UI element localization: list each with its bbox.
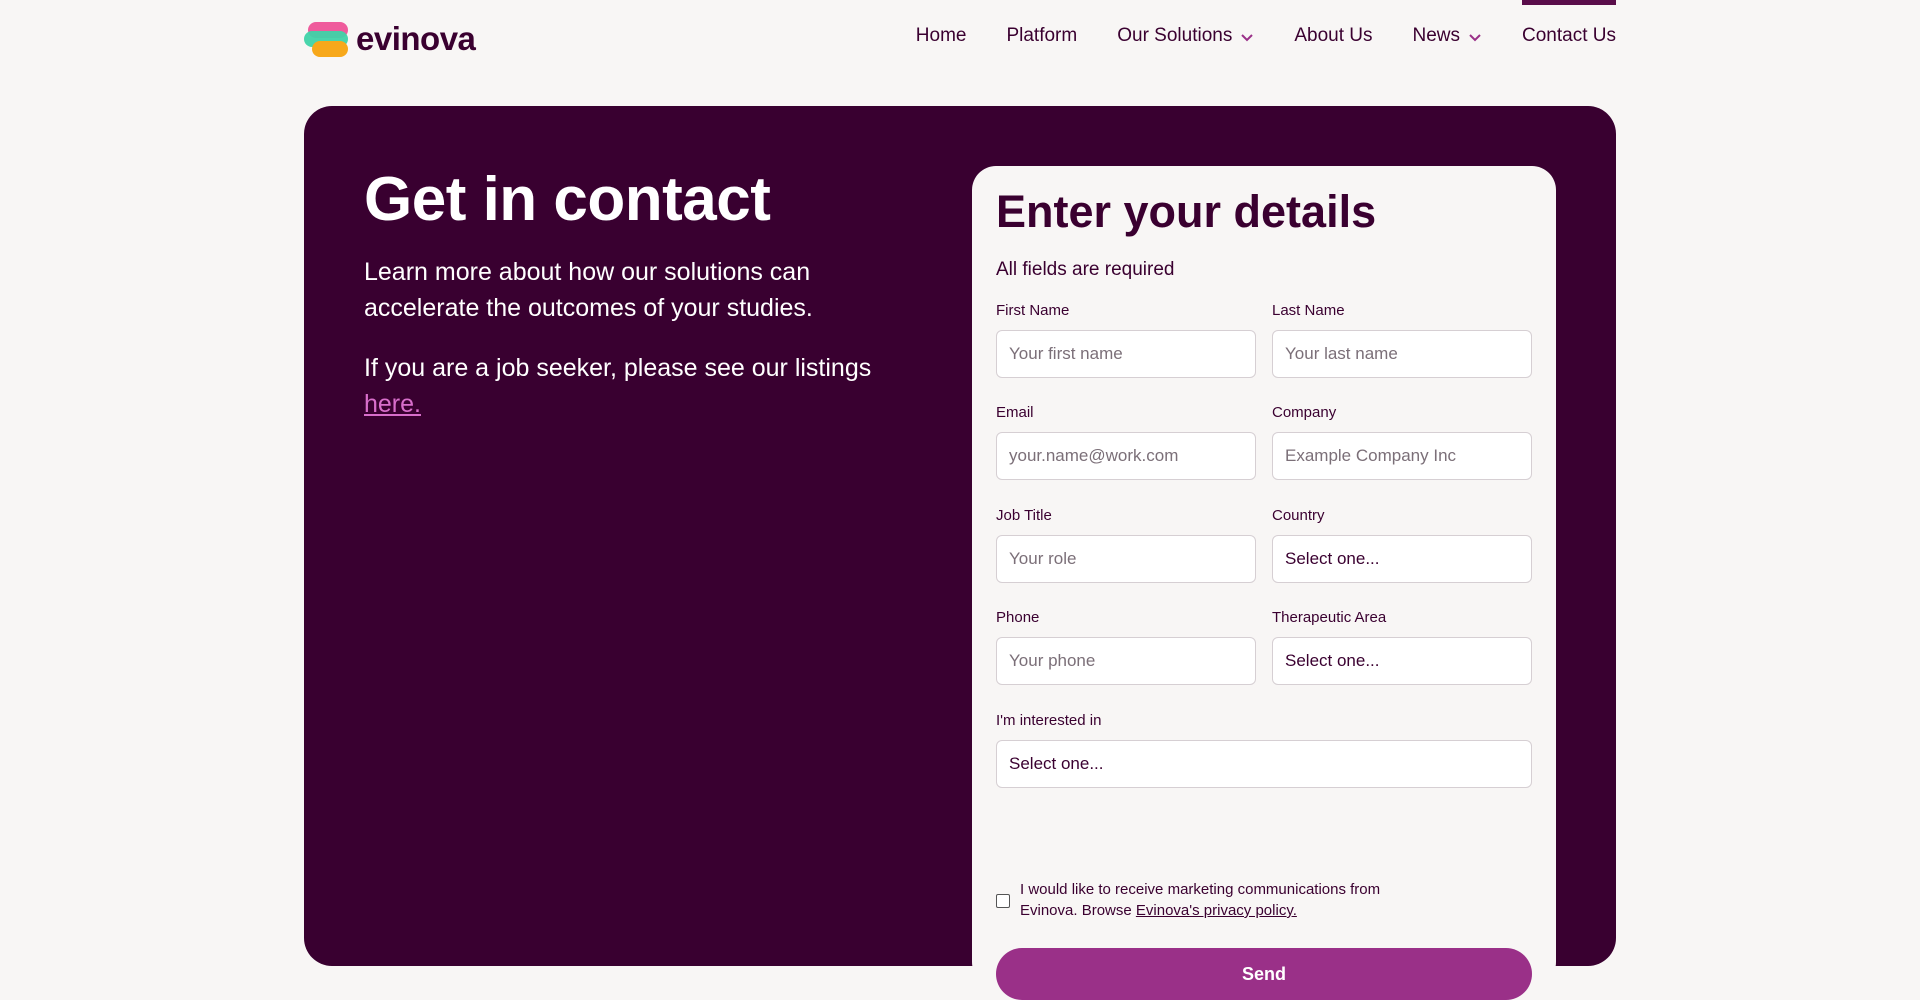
hero-job-seeker-text: If you are a job seeker, please see our … [364,350,884,422]
page-title: Get in contact [364,165,771,234]
marketing-consent: I would like to receive marketing commun… [996,879,1396,921]
country-group: Country Select one... [1272,507,1532,583]
logo-text: evinova [356,20,476,57]
form-title: Enter your details [996,186,1377,237]
phone-input[interactable] [996,637,1256,685]
job-title-label: Job Title [996,507,1052,524]
consent-text: I would like to receive marketing commun… [1020,879,1396,921]
evinova-logo[interactable]: evinova [304,19,476,59]
company-input[interactable] [1272,432,1532,480]
nav-news[interactable]: News [1413,0,1483,72]
company-label: Company [1272,404,1337,421]
interested-in-group: I'm interested in Select one... [996,712,1532,788]
nav-about-us[interactable]: About Us [1294,0,1372,72]
contact-panel: Get in contact Learn more about how our … [304,106,1616,1000]
email-label: Email [996,404,1034,421]
nav-platform-label: Platform [1006,25,1078,46]
nav-platform[interactable]: Platform [1006,0,1077,72]
hero-intro: Learn more about how our solutions can a… [364,258,813,322]
nav-contact-us-label: Contact Us [1522,25,1616,46]
phone-group: Phone [996,609,1256,685]
last-name-input[interactable] [1272,330,1532,378]
therapeutic-area-label: Therapeutic Area [1272,609,1387,626]
hero-job-seeker-prefix: If you are a job seeker, please see our … [364,354,872,382]
main-nav: Home Platform Our Solutions About Us New… [916,0,1616,72]
marketing-consent-checkbox[interactable] [996,894,1010,908]
phone-label: Phone [996,609,1040,626]
job-title-input[interactable] [996,535,1256,583]
interested-in-label: I'm interested in [996,712,1102,729]
nav-home[interactable]: Home [916,0,967,72]
privacy-policy-link[interactable]: Evinova's privacy policy. [1136,902,1297,919]
job-listings-link[interactable]: here. [364,390,421,418]
first-name-group: First Name [996,302,1256,378]
interested-in-select[interactable]: Select one... [996,740,1532,788]
email-input[interactable] [996,432,1256,480]
last-name-group: Last Name [1272,302,1532,378]
logo-mark-icon [304,20,352,58]
site-header: evinova Home Platform Our Solutions Abou… [0,0,1920,75]
therapeutic-area-select[interactable]: Select one... [1272,637,1532,685]
therapeutic-area-group: Therapeutic Area Select one... [1272,609,1532,685]
nav-about-us-label: About Us [1294,25,1373,46]
nav-contact-us[interactable]: Contact Us [1522,0,1616,72]
first-name-label: First Name [996,302,1070,319]
contact-form: Enter your details All fields are requir… [972,166,1556,1000]
nav-our-solutions[interactable]: Our Solutions [1117,0,1254,72]
country-label: Country [1272,507,1325,524]
send-button[interactable]: Send [996,948,1532,1000]
chevron-down-icon [1241,34,1254,42]
nav-home-label: Home [915,25,967,46]
country-select[interactable]: Select one... [1272,535,1532,583]
job-title-group: Job Title [996,507,1256,583]
nav-news-label: News [1412,25,1461,46]
last-name-label: Last Name [1272,302,1345,319]
form-subtitle: All fields are required [996,259,1175,280]
company-group: Company [1272,404,1532,480]
first-name-input[interactable] [996,330,1256,378]
nav-our-solutions-label: Our Solutions [1117,25,1233,46]
email-group: Email [996,404,1256,480]
chevron-down-icon [1469,34,1481,42]
